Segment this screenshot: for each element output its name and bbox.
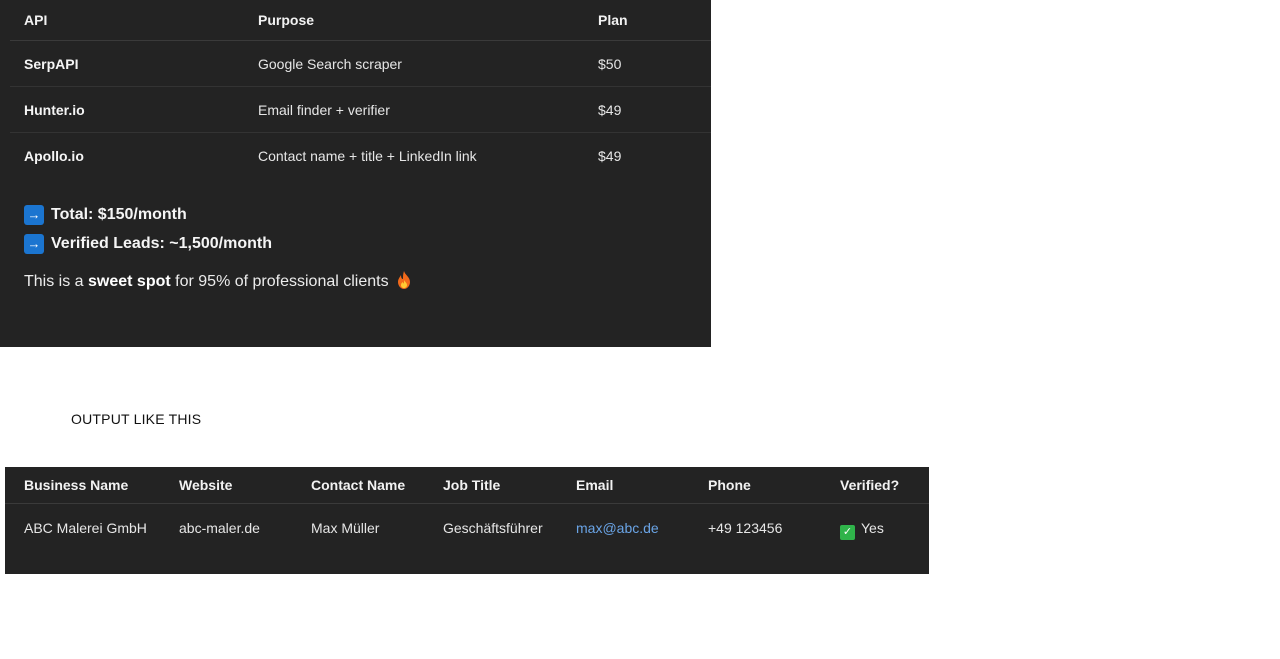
fire-icon (398, 271, 411, 289)
sweet-spot-suffix: for 95% of professional clients (170, 273, 389, 290)
header-website: Website (160, 467, 292, 504)
purpose-cell: Email finder + verifier (244, 86, 584, 133)
right-arrow-icon: → (24, 234, 44, 254)
api-summary-panel: API Purpose Plan SerpAPI Google Search s… (0, 0, 711, 347)
table-row: Hunter.io Email finder + verifier $49 (10, 86, 711, 133)
phone-cell: +49 123456 (708, 520, 783, 536)
table-row: SerpAPI Google Search scraper $50 (10, 40, 711, 87)
table-row: Apollo.io Contact name + title + LinkedI… (10, 133, 711, 179)
plan-cell: $49 (584, 86, 711, 133)
check-icon: ✓ (840, 525, 855, 540)
website-cell: abc-maler.de (179, 520, 260, 536)
header-contact-name: Contact Name (292, 467, 424, 504)
verified-text: Yes (861, 520, 884, 536)
email-link[interactable]: max@abc.de (576, 520, 659, 536)
header-email: Email (557, 467, 689, 504)
table-row: ABC Malerei GmbH abc-maler.de Max Müller… (5, 504, 929, 562)
business-name-cell: ABC Malerei GmbH (24, 520, 147, 536)
purpose-cell: Contact name + title + LinkedIn link (258, 147, 477, 164)
verified-leads-text: Verified Leads: ~1,500/month (51, 235, 272, 252)
header-business-name: Business Name (5, 467, 160, 504)
sweet-spot-bold: sweet spot (88, 273, 171, 290)
purpose-cell: Google Search scraper (244, 40, 584, 87)
right-arrow-icon: → (24, 205, 44, 225)
api-name-cell: Apollo.io (24, 147, 84, 164)
contact-name-cell: Max Müller (311, 520, 380, 536)
header-purpose: Purpose (244, 0, 584, 41)
output-label: OUTPUT LIKE THIS (71, 411, 202, 427)
header-job-title: Job Title (424, 467, 557, 504)
email-cell: max@abc.de (557, 504, 689, 562)
api-table-header-row: API Purpose Plan (10, 0, 711, 41)
verified-leads-line: → Verified Leads: ~1,500/month (24, 234, 272, 254)
lead-table-header-row: Business Name Website Contact Name Job T… (5, 467, 929, 504)
header-plan: Plan (584, 0, 711, 41)
sweet-spot-line: This is a sweet spot for 95% of professi… (24, 271, 411, 291)
header-phone: Phone (689, 467, 821, 504)
total-text: Total: $150/month (51, 206, 187, 223)
header-api: API (10, 0, 244, 41)
plan-cell: $50 (584, 40, 711, 87)
api-table: API Purpose Plan SerpAPI Google Search s… (10, 0, 711, 178)
plan-cell: $49 (598, 147, 622, 164)
total-line: → Total: $150/month (24, 205, 187, 225)
header-verified: Verified? (821, 467, 929, 504)
api-name-cell: Hunter.io (10, 86, 244, 133)
verified-cell: ✓ Yes (821, 504, 929, 562)
job-title-cell: Geschäftsführer (443, 520, 543, 536)
api-name-cell: SerpAPI (10, 40, 244, 87)
lead-output-panel: Business Name Website Contact Name Job T… (5, 467, 929, 574)
sweet-spot-prefix: This is a (24, 273, 89, 290)
lead-table: Business Name Website Contact Name Job T… (5, 467, 929, 562)
